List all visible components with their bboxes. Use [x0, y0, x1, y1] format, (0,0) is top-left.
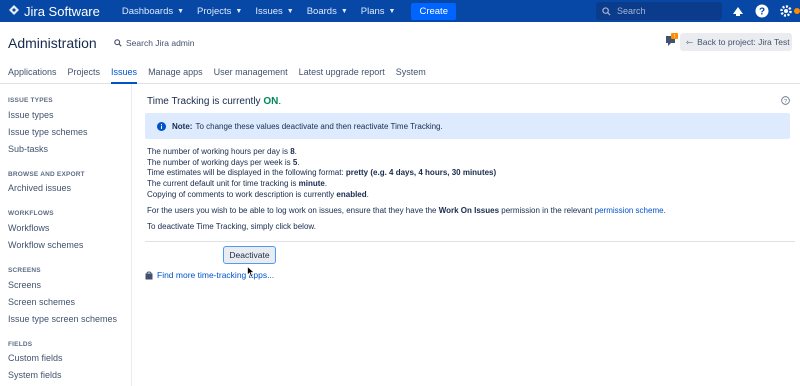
permission-text-end: .	[663, 206, 666, 215]
sidebar-item-sub-tasks[interactable]: Sub-tasks	[8, 144, 48, 154]
sidebar-item-workflow-schemes[interactable]: Workflow schemes	[8, 240, 83, 250]
tab-manage-apps[interactable]: Manage apps	[148, 62, 203, 84]
global-search-input[interactable]: Search	[596, 2, 722, 20]
mouse-cursor-icon	[247, 266, 255, 278]
copy-comments-suffix: .	[366, 190, 369, 199]
svg-text:?: ?	[759, 7, 765, 18]
chevron-down-icon: ▼	[388, 7, 396, 15]
status-heading-suffix: .	[278, 96, 282, 107]
tab-projects[interactable]: Projects	[68, 62, 101, 84]
search-icon	[114, 39, 122, 47]
copy-comments-value: enabled	[336, 190, 367, 199]
sidebar-item-system-fields[interactable]: System fields	[8, 370, 62, 380]
help-question-icon[interactable]: ?	[781, 96, 790, 107]
copy-comments-text: Copying of comments to work description …	[147, 190, 337, 199]
permission-text-start: For the users you wish to be able to log…	[147, 206, 439, 215]
working-days-text: The number of working days per week is	[147, 158, 293, 167]
avatar[interactable]	[794, 3, 800, 19]
sidebar-item-archived-issues[interactable]: Archived issues	[8, 183, 71, 193]
nav-boards[interactable]: Boards ▼	[307, 6, 348, 17]
feedback-icon[interactable]: !	[666, 33, 678, 49]
section-divider	[145, 241, 795, 242]
sidebar-item-screens[interactable]: Screens	[8, 280, 41, 290]
nav-projects[interactable]: Projects ▼	[197, 6, 242, 17]
permission-instruction: For the users you wish to be able to log…	[147, 206, 666, 215]
marketplace-bag-icon	[145, 271, 153, 279]
permission-text-middle: permission in the relevant	[499, 206, 595, 215]
working-days-suffix: .	[297, 158, 300, 167]
notifications-icon[interactable]	[730, 3, 746, 19]
jira-logo-icon	[9, 5, 19, 15]
default-unit-value: minute	[298, 179, 325, 188]
time-tracking-status-heading: Time Tracking is currently ON.	[147, 96, 281, 107]
sidebar-heading-fields: FIELDS	[8, 341, 33, 348]
time-format-text: Time estimates will be displayed in the …	[147, 168, 346, 177]
default-unit-text: The current default unit for time tracki…	[147, 179, 299, 188]
help-icon[interactable]: ?	[754, 3, 770, 19]
nav-plans[interactable]: Plans ▼	[361, 6, 396, 17]
tab-issues[interactable]: Issues	[111, 62, 138, 84]
sidebar-heading-workflows: WORKFLOWS	[8, 210, 54, 217]
find-apps-label: Find more time-tracking apps...	[157, 270, 275, 280]
tab-applications[interactable]: Applications	[8, 62, 57, 84]
chevron-down-icon: ▼	[235, 7, 243, 15]
info-icon	[157, 121, 166, 131]
search-placeholder: Search	[617, 6, 646, 16]
status-heading-prefix: Time Tracking is currently	[147, 96, 261, 107]
working-days-line: The number of working days per week is 5…	[147, 158, 300, 167]
sidebar-heading-issue-types: ISSUE TYPES	[8, 97, 53, 104]
nav-dashboards-label: Dashboards	[121, 5, 174, 17]
default-unit-line: The current default unit for time tracki…	[147, 179, 327, 188]
admin-search-label: Search Jira admin	[126, 38, 195, 48]
deactivate-hint: To deactivate Time Tracking, simply clic…	[147, 222, 316, 231]
sidebar-item-issue-type-screen-schemes[interactable]: Issue type screen schemes	[8, 314, 117, 324]
search-icon	[602, 6, 611, 16]
nav-dashboards[interactable]: Dashboards ▼	[122, 6, 184, 17]
admin-tabs: Applications Projects Issues Manage apps…	[0, 62, 800, 84]
permission-scheme-link[interactable]: permission scheme	[595, 206, 664, 215]
info-note-banner: Note: To change these values deactivate …	[145, 113, 790, 139]
sidebar-heading-browse-and-export: BROWSE AND EXPORT	[8, 171, 85, 178]
sidebar-item-custom-fields[interactable]: Custom fields	[8, 353, 63, 363]
sidebar-heading-screens: SCREENS	[8, 267, 41, 274]
default-unit-suffix: .	[324, 179, 328, 188]
deactivate-button[interactable]: Deactivate	[223, 246, 276, 264]
working-hours-text: The number of working hours per day is	[147, 147, 291, 156]
nav-projects-label: Projects	[197, 5, 232, 17]
nav-plans-label: Plans	[360, 5, 385, 17]
jira-logo[interactable]: Jira Software	[8, 4, 100, 19]
copy-comments-line: Copying of comments to work description …	[147, 190, 369, 199]
working-hours-suffix: .	[294, 147, 297, 156]
settings-gear-icon[interactable]	[778, 3, 794, 19]
admin-search[interactable]: Search Jira admin	[114, 38, 195, 48]
admin-sidebar: ISSUE TYPES Issue types Issue type schem…	[0, 84, 132, 386]
tab-latest-upgrade-report[interactable]: Latest upgrade report	[299, 62, 385, 84]
time-format-line: Time estimates will be displayed in the …	[147, 168, 496, 177]
working-hours-line: The number of working hours per day is 8…	[147, 147, 297, 156]
nav-issues-label: Issues	[255, 5, 283, 17]
brand-name: Jira Software	[24, 3, 100, 19]
page-title: Administration	[8, 35, 97, 51]
sidebar-item-issue-types[interactable]: Issue types	[8, 110, 54, 120]
sidebar-item-screen-schemes[interactable]: Screen schemes	[8, 297, 75, 307]
nav-boards-label: Boards	[306, 5, 337, 17]
create-button[interactable]: Create	[411, 2, 456, 20]
chevron-down-icon: ▼	[177, 7, 185, 15]
sidebar-item-workflows[interactable]: Workflows	[8, 223, 49, 233]
status-on-badge: ON	[263, 96, 279, 107]
back-to-project-label: Back to project: Jira Test	[697, 37, 790, 47]
back-to-project-button[interactable]: ⇽ Back to project: Jira Test	[680, 33, 792, 51]
sidebar-item-issue-type-schemes[interactable]: Issue type schemes	[8, 127, 88, 137]
tab-system[interactable]: System	[396, 62, 426, 84]
arrow-left-icon: ⇽	[686, 36, 694, 47]
note-text: To change these values deactivate and th…	[195, 121, 443, 131]
time-format-value: pretty (e.g. 4 days, 4 hours, 30 minutes…	[345, 168, 497, 177]
chevron-down-icon: ▼	[340, 7, 348, 15]
tab-user-management[interactable]: User management	[214, 62, 288, 84]
note-label: Note:	[172, 121, 193, 131]
chevron-down-icon: ▼	[286, 7, 294, 15]
nav-issues[interactable]: Issues ▼	[255, 6, 293, 17]
work-on-issues-label: Work On Issues	[438, 206, 500, 215]
feedback-badge: !	[674, 34, 675, 40]
